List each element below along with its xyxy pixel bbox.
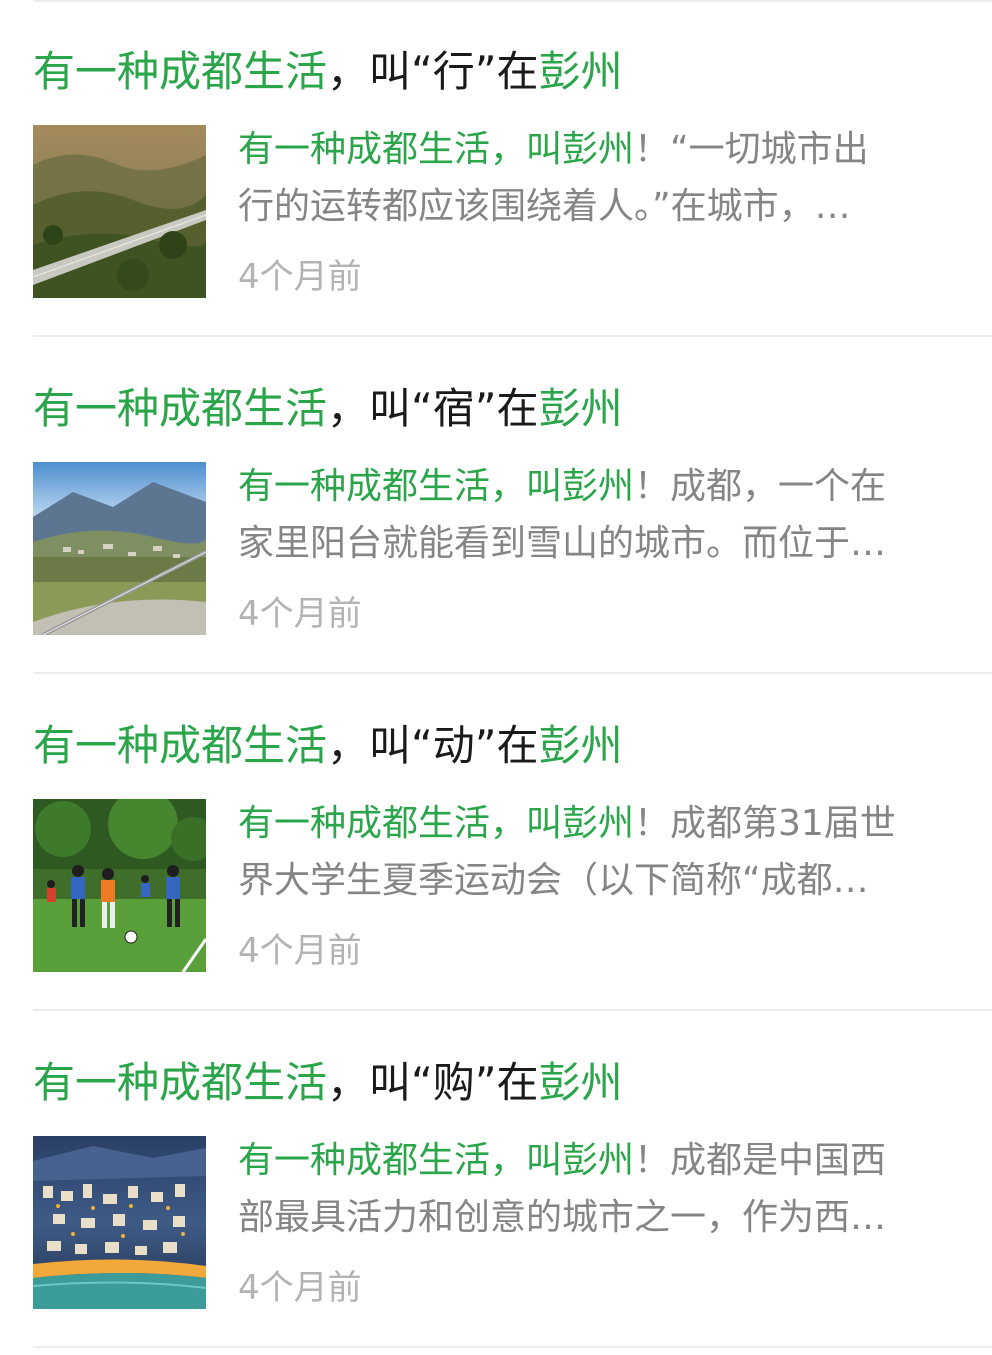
publish-time: 4个月前 — [238, 594, 362, 634]
title-green-suffix: 彭州 — [538, 384, 623, 433]
summary-text: 家里阳台就能看到雪山的城市。而位于… — [238, 523, 887, 564]
summary-text: ！“一切城市出 — [634, 129, 869, 170]
football-game-photo[interactable] — [33, 799, 206, 972]
title-text: ，叫“ — [327, 384, 433, 433]
title-green-prefix: 有一种成都生活 — [33, 384, 328, 433]
title-green-prefix: 有一种成都生活 — [33, 1058, 328, 1107]
article-title[interactable]: 有一种成都生活，叫“行”在彭州 — [33, 42, 623, 102]
article-summary: 有一种成都生活，叫彭州！“一切城市出 行的运转都应该围绕着人。”在城市，… — [238, 121, 978, 235]
title-text: ”在 — [474, 47, 539, 96]
divider — [33, 1346, 992, 1348]
publish-time: 4个月前 — [238, 257, 362, 297]
title-green-suffix: 彭州 — [538, 1058, 623, 1107]
title-green-prefix: 有一种成都生活 — [33, 721, 328, 770]
publish-time: 4个月前 — [238, 931, 362, 971]
article-summary: 有一种成都生活，叫彭州！成都是中国西 部最具活力和创意的城市之一，作为西… — [238, 1132, 978, 1246]
title-green-prefix: 有一种成都生活 — [33, 47, 328, 96]
summary-green-prefix: 有一种成都生活，叫彭州 — [238, 803, 635, 844]
summary-text: 部最具活力和创意的城市之一，作为西… — [238, 1197, 887, 1238]
summary-text: 行的运转都应该围绕着人。”在城市，… — [238, 186, 851, 227]
article-item[interactable]: 有一种成都生活，叫“行”在彭州 有一种成都生活，叫彭州！“一切城市出 行的运转都… — [0, 0, 992, 337]
highway-mountain-photo[interactable] — [33, 125, 206, 298]
publish-time: 4个月前 — [238, 1268, 362, 1308]
title-green-suffix: 彭州 — [538, 721, 623, 770]
summary-green-prefix: 有一种成都生活，叫彭州 — [238, 129, 635, 170]
summary-text: ！成都第31届世 — [634, 803, 896, 844]
title-text: ，叫“ — [327, 721, 433, 770]
title-text: ，叫“ — [327, 47, 433, 96]
summary-green-prefix: 有一种成都生活，叫彭州 — [238, 1140, 635, 1181]
summary-green-prefix: 有一种成都生活，叫彭州 — [238, 466, 635, 507]
title-keyword: 宿 — [432, 384, 475, 433]
article-title[interactable]: 有一种成都生活，叫“购”在彭州 — [33, 1053, 623, 1113]
title-keyword: 购 — [432, 1058, 475, 1107]
summary-text: ！成都，一个在 — [634, 466, 887, 507]
title-green-suffix: 彭州 — [538, 47, 623, 96]
article-title[interactable]: 有一种成都生活，叫“宿”在彭州 — [33, 379, 623, 439]
title-keyword: 动 — [432, 721, 475, 770]
article-item[interactable]: 有一种成都生活，叫“动”在彭州 有一种成都生活，叫彭州！成都第31届世 界大学生… — [0, 674, 992, 1011]
title-keyword: 行 — [432, 47, 475, 96]
article-summary: 有一种成都生活，叫彭州！成都第31届世 界大学生夏季运动会（以下简称“成都… — [238, 795, 978, 909]
summary-text: ！成都是中国西 — [634, 1140, 887, 1181]
summary-text: 界大学生夏季运动会（以下简称“成都… — [238, 860, 869, 901]
title-text: ，叫“ — [327, 1058, 433, 1107]
article-item[interactable]: 有一种成都生活，叫“宿”在彭州 有一种成都生活，叫彭州！成都，一个在 家里阳台就… — [0, 337, 992, 674]
title-text: ”在 — [474, 384, 539, 433]
article-summary: 有一种成都生活，叫彭州！成都，一个在 家里阳台就能看到雪山的城市。而位于… — [238, 458, 978, 572]
article-list: 有一种成都生活，叫“行”在彭州 有一种成都生活，叫彭州！“一切城市出 行的运转都… — [0, 0, 992, 1355]
title-text: ”在 — [474, 721, 539, 770]
title-text: ”在 — [474, 1058, 539, 1107]
night-city-photo[interactable] — [33, 1136, 206, 1309]
article-title[interactable]: 有一种成都生活，叫“动”在彭州 — [33, 716, 623, 776]
article-item[interactable]: 有一种成都生活，叫“购”在彭州 有一种成都生活，叫彭州！成都是中国西 部最具活力… — [0, 1011, 992, 1348]
valley-village-photo[interactable] — [33, 462, 206, 635]
